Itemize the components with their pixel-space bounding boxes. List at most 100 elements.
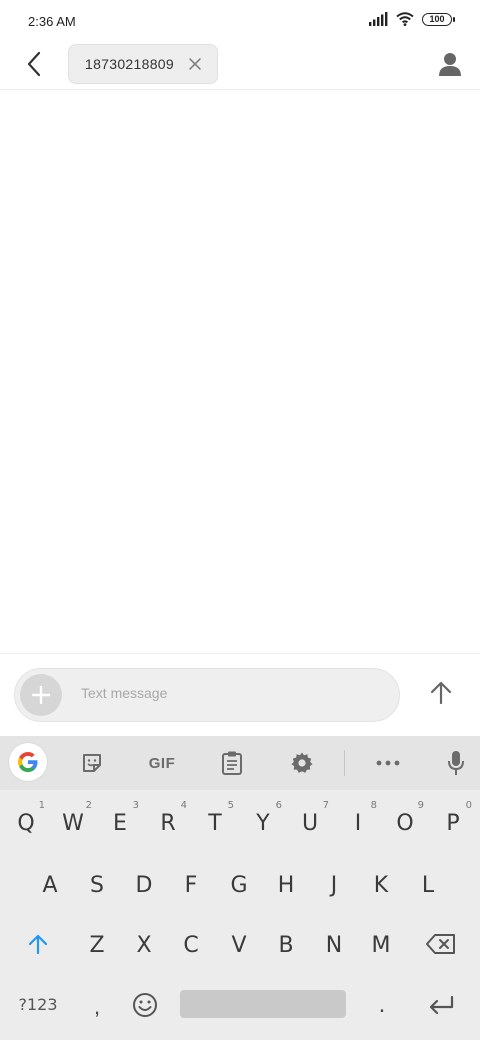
key-i[interactable]: I8 — [338, 798, 378, 848]
symbols-key[interactable]: ?123 — [14, 990, 62, 1018]
key-label: H — [277, 872, 295, 898]
key-r[interactable]: R4 — [148, 798, 188, 848]
clipboard-button[interactable] — [218, 749, 246, 777]
key-label: T — [208, 810, 222, 836]
compose-field[interactable]: Text message — [14, 668, 400, 722]
key-l[interactable]: L — [408, 860, 448, 910]
shift-arrow-icon — [28, 934, 48, 955]
key-label: A — [42, 872, 58, 898]
key-g[interactable]: G — [219, 860, 259, 910]
key-label: S — [90, 872, 104, 898]
chevron-left-icon — [27, 51, 41, 77]
key-m[interactable]: M — [361, 920, 401, 970]
key-label: F — [184, 872, 198, 898]
key-b[interactable]: B — [266, 920, 306, 970]
key-label: C — [183, 932, 199, 958]
period-label: . — [378, 991, 386, 1018]
enter-key[interactable] — [424, 990, 458, 1020]
key-z[interactable]: Z — [77, 920, 117, 970]
gear-icon — [291, 752, 313, 773]
key-hint: 0 — [465, 800, 472, 811]
key-label: K — [373, 872, 389, 898]
key-label: J — [330, 872, 338, 898]
key-label: E — [113, 810, 127, 836]
contact-button[interactable] — [436, 50, 464, 78]
key-hint: 9 — [417, 800, 424, 811]
key-hint: 3 — [132, 800, 139, 811]
recipient-chip[interactable]: 18730218809 — [68, 44, 218, 84]
backspace-icon — [426, 934, 455, 954]
gif-button[interactable]: GIF — [142, 749, 182, 777]
key-k[interactable]: K — [361, 860, 401, 910]
key-d[interactable]: D — [124, 860, 164, 910]
key-hint: 2 — [85, 800, 92, 811]
key-j[interactable]: J — [314, 860, 354, 910]
status-icons: 100 — [368, 12, 455, 26]
voice-input-button[interactable] — [442, 749, 470, 777]
key-a[interactable]: A — [30, 860, 70, 910]
message-list[interactable] — [0, 91, 480, 653]
key-label: M — [371, 932, 391, 958]
key-p[interactable]: P0 — [433, 798, 473, 848]
key-u[interactable]: U7 — [290, 798, 330, 848]
message-input[interactable]: Text message — [81, 685, 167, 701]
key-label: Z — [89, 932, 105, 958]
close-icon[interactable] — [187, 56, 203, 72]
enter-icon — [429, 995, 454, 1015]
recipient-number: 18730218809 — [85, 56, 174, 72]
key-label: L — [421, 872, 435, 898]
more-icon — [376, 760, 400, 766]
key-hint: 7 — [322, 800, 329, 811]
mic-icon — [448, 751, 464, 775]
attach-button[interactable] — [20, 674, 62, 716]
key-c[interactable]: C — [171, 920, 211, 970]
shift-key[interactable] — [18, 926, 58, 962]
key-v[interactable]: V — [219, 920, 259, 970]
more-button[interactable] — [374, 749, 402, 777]
key-q[interactable]: Q1 — [6, 798, 46, 848]
clipboard-icon — [222, 751, 242, 775]
comma-key[interactable]: , — [82, 990, 112, 1024]
key-label: O — [396, 810, 414, 836]
key-e[interactable]: E3 — [100, 798, 140, 848]
key-f[interactable]: F — [171, 860, 211, 910]
key-w[interactable]: W2 — [53, 798, 93, 848]
key-t[interactable]: T5 — [195, 798, 235, 848]
key-label: Y — [256, 810, 270, 836]
key-hint: 8 — [370, 800, 377, 811]
keyboard-settings-button[interactable] — [288, 749, 316, 777]
key-label: P — [446, 810, 460, 836]
key-label: X — [136, 932, 152, 958]
key-h[interactable]: H — [266, 860, 306, 910]
battery-level: 100 — [429, 13, 445, 24]
key-n[interactable]: N — [314, 920, 354, 970]
key-s[interactable]: S — [77, 860, 117, 910]
keyboard-toolbar: GIF — [0, 736, 480, 790]
key-y[interactable]: Y6 — [243, 798, 283, 848]
period-key[interactable]: . — [368, 988, 396, 1022]
back-button[interactable] — [20, 50, 48, 78]
key-o[interactable]: O9 — [385, 798, 425, 848]
send-button[interactable] — [428, 680, 454, 706]
key-hint: 4 — [180, 800, 187, 811]
key-label: B — [278, 932, 294, 958]
battery-icon: 100 — [422, 12, 455, 26]
key-label: N — [325, 932, 343, 958]
key-label: G — [230, 872, 248, 898]
gif-label: GIF — [148, 754, 176, 772]
keyboard: GIF Q 1 W 2 E 3 R 4 T 5 Y 6 U 7 I 8 O 9 … — [0, 736, 480, 1040]
backspace-key[interactable] — [421, 926, 461, 962]
wifi-icon — [396, 12, 414, 26]
space-key[interactable] — [180, 990, 346, 1018]
key-label: Q — [17, 810, 35, 836]
key-label: W — [62, 810, 84, 836]
google-g-icon — [18, 752, 38, 772]
plus-icon — [31, 685, 51, 705]
google-search-button[interactable] — [9, 743, 47, 781]
compose-bar: Text message — [0, 653, 480, 736]
comma-label: , — [93, 994, 101, 1019]
key-x[interactable]: X — [124, 920, 164, 970]
symbols-label: ?123 — [18, 994, 58, 1014]
sticker-button[interactable] — [78, 749, 106, 777]
emoji-key[interactable] — [130, 990, 160, 1020]
